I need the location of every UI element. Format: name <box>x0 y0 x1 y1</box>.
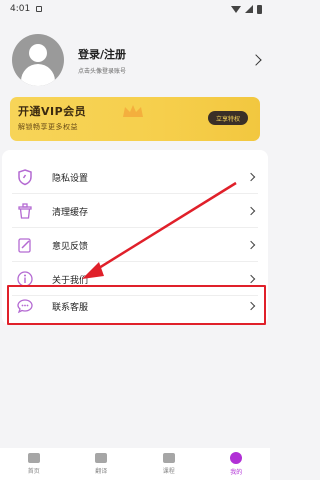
vip-banner[interactable]: 开通VIP会员 解锁畅享更多权益 立享特权 <box>10 97 260 141</box>
menu-label: 意见反馈 <box>52 241 89 252</box>
vip-subtitle: 解锁畅享更多权益 <box>18 123 78 131</box>
menu-item-feedback[interactable]: 意见反馈 <box>2 228 268 262</box>
chevron-right-icon <box>246 240 256 250</box>
crown-icon <box>123 105 143 117</box>
battery-icon <box>257 4 262 14</box>
tab-label: 我的 <box>230 469 243 476</box>
wifi-icon <box>231 5 241 13</box>
signal-icon <box>245 5 253 13</box>
menu-item-privacy[interactable]: 隐私设置 <box>2 160 268 194</box>
shield-icon <box>18 169 32 186</box>
avatar[interactable] <box>12 34 64 86</box>
vip-title: 开通VIP会员 <box>18 105 87 118</box>
menu-label: 隐私设置 <box>52 173 89 184</box>
profile-section[interactable]: 登录/注册 点击头像登录账号 <box>12 32 262 88</box>
profile-text: 登录/注册 点击头像登录账号 <box>78 46 252 75</box>
tab-label: 课程 <box>162 468 175 475</box>
profile-icon <box>230 452 243 464</box>
vip-privilege-button[interactable]: 立享特权 <box>207 111 248 125</box>
login-register-label[interactable]: 登录/注册 <box>78 46 252 62</box>
tab-label: 首页 <box>27 468 40 475</box>
tab-label: 翻译 <box>95 468 108 475</box>
course-icon <box>162 453 175 463</box>
menu-label: 关于我们 <box>52 275 89 286</box>
chevron-right-icon <box>246 172 256 182</box>
chevron-right-icon <box>246 274 256 284</box>
status-bar: 4:01 <box>0 0 270 18</box>
avatar-body <box>21 64 55 86</box>
edit-icon <box>18 238 31 253</box>
tab-home[interactable]: 首页 <box>0 448 68 480</box>
login-hint: 点击头像登录账号 <box>78 67 127 75</box>
translate-icon <box>95 453 108 463</box>
home-icon <box>27 453 40 463</box>
status-time: 4:01 <box>10 4 31 14</box>
chevron-right-icon[interactable] <box>250 54 262 66</box>
trash-icon <box>18 203 32 219</box>
menu-label: 清理缓存 <box>52 207 89 218</box>
bottom-nav: 首页 翻译 课程 我的 <box>0 448 270 480</box>
tab-course[interactable]: 课程 <box>135 448 203 480</box>
notification-icon <box>36 6 43 12</box>
annotation-highlight-box <box>7 285 266 325</box>
chevron-right-icon <box>246 206 256 216</box>
avatar-head <box>29 44 47 62</box>
menu-item-clear-cache[interactable]: 清理缓存 <box>2 194 268 228</box>
tab-profile[interactable]: 我的 <box>203 448 271 480</box>
tab-translate[interactable]: 翻译 <box>68 448 136 480</box>
